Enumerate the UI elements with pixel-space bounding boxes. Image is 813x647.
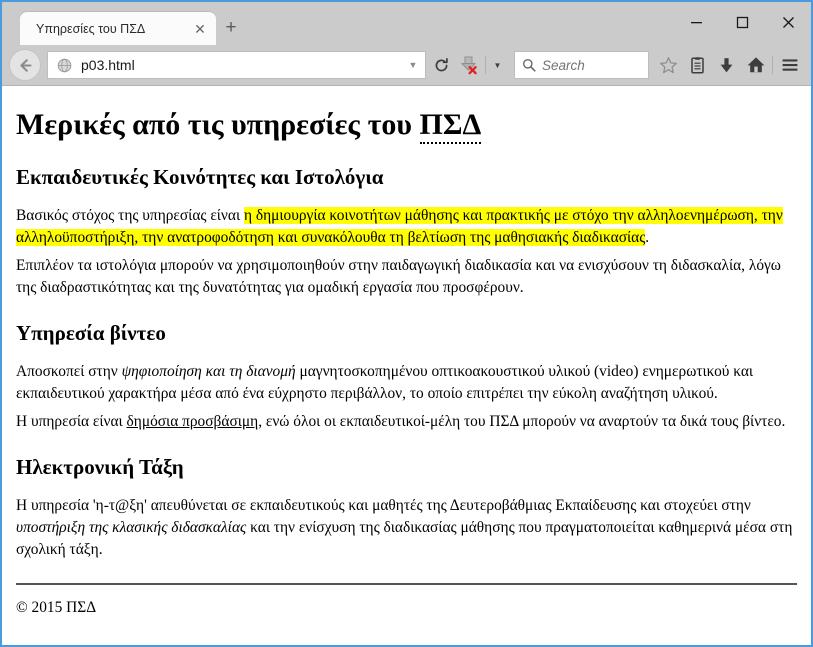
bookmark-button[interactable] [654, 50, 683, 80]
underlined-public-access: δημόσια προσβάσιμη [126, 412, 259, 430]
menu-button[interactable] [775, 50, 804, 80]
paragraph-video-1: Αποσκοπεί στην ψηφιοποίηση και τη διανομ… [16, 361, 797, 405]
search-placeholder: Search [542, 57, 585, 73]
minimize-button[interactable] [673, 2, 719, 42]
section-heading-video: Υπηρεσία βίντεο [16, 320, 166, 345]
navigation-toolbar: p03.html ▼ ▼ Search [2, 45, 811, 86]
home-icon [747, 57, 764, 73]
search-icon [521, 58, 537, 72]
page-footer: © 2015 ΠΣΔ [16, 599, 97, 617]
download-blocked-icon [460, 56, 477, 75]
close-button[interactable] [765, 2, 811, 42]
browser-window: Υπηρεσίες του ΠΣΔ ✕ + p03.html ▼ ▼ Searc… [0, 0, 813, 647]
emphasis-classic-teaching: υποστήριξη της κλασικής διδασκαλίας [16, 519, 247, 537]
title-bar: Υπηρεσίες του ΠΣΔ ✕ + [2, 2, 811, 45]
paragraph-text-after-mark: . [645, 228, 650, 246]
paragraph-text-before-mark: Βασικός στόχος της υπηρεσίας είναι [16, 206, 244, 224]
page-title-text: Μερικές από τις υπηρεσίες του [16, 108, 420, 141]
section-heading-eclass: Ηλεκτρονική Τάξη [16, 454, 184, 479]
video2-text-after-ins: , ενώ όλοι οι εκπαιδευτικοί-μέλη του ΠΣΔ… [258, 412, 786, 430]
minimize-icon [690, 21, 702, 23]
star-icon [660, 56, 677, 73]
hamburger-menu-icon [782, 59, 797, 71]
globe-icon [56, 57, 72, 73]
paragraph-video-2: Η υπηρεσία είναι δημόσια προσβάσιμη, ενώ… [16, 411, 797, 433]
paragraph-eclass-1: Η υπηρεσία 'η-τ@ξη' απευθύνεται σε εκπαι… [16, 495, 797, 561]
reader-list-icon [691, 56, 704, 73]
toolbar-separator [485, 56, 486, 74]
url-bar[interactable]: p03.html ▼ [47, 51, 426, 79]
page-title: Μερικές από τις υπηρεσίες του ΠΣΔ [16, 108, 797, 144]
abbreviation-psd: ΠΣΔ [419, 108, 482, 144]
url-text: p03.html [81, 57, 135, 73]
video2-text-before-ins: Η υπηρεσία είναι [16, 412, 127, 430]
close-icon[interactable]: ✕ [190, 19, 210, 39]
downloads-button[interactable] [712, 50, 741, 80]
reload-icon [435, 57, 448, 71]
download-arrow-icon [720, 57, 733, 72]
horizontal-rule [16, 583, 797, 586]
back-arrow-icon [19, 58, 32, 72]
close-icon [782, 16, 794, 28]
plugin-dropdown-button[interactable]: ▼ [488, 50, 507, 80]
window-controls [673, 2, 811, 42]
maximize-button[interactable] [719, 2, 765, 42]
section-heading-communities: Εκπαιδευτικές Κοινότητες και Ιστολόγια [16, 164, 384, 189]
tab-title: Υπηρεσίες του ΠΣΔ [36, 21, 146, 36]
back-button[interactable] [9, 49, 41, 81]
maximize-icon [736, 16, 748, 28]
new-tab-button[interactable]: + [216, 12, 246, 45]
home-button[interactable] [741, 50, 770, 80]
tab-strip: Υπηρεσίες του ΠΣΔ ✕ + [2, 2, 246, 45]
eclass-text-before-em: Η υπηρεσία 'η-τ@ξη' απευθύνεται σε εκπαι… [16, 497, 751, 515]
search-input[interactable]: Search [514, 51, 649, 79]
download-blocked-button[interactable] [454, 50, 483, 80]
paragraph-communities-1: Βασικός στόχος της υπηρεσίας είναι η δημ… [16, 205, 797, 249]
reload-button[interactable] [428, 50, 454, 80]
video-text-before-em: Αποσκοπεί στην [16, 362, 122, 380]
emphasis-digitization: ψηφιοποίηση και τη διανομή [121, 362, 296, 380]
browser-tab[interactable]: Υπηρεσίες του ΠΣΔ ✕ [20, 12, 216, 45]
page-content: Μερικές από τις υπηρεσίες του ΠΣΔ Εκπαιδ… [2, 86, 811, 645]
reader-list-button[interactable] [683, 50, 712, 80]
chevron-down-icon[interactable]: ▼ [405, 60, 421, 70]
paragraph-communities-2: Επιπλέον τα ιστολόγια μπορούν να χρησιμο… [16, 256, 781, 296]
toolbar-separator-2 [772, 56, 773, 74]
